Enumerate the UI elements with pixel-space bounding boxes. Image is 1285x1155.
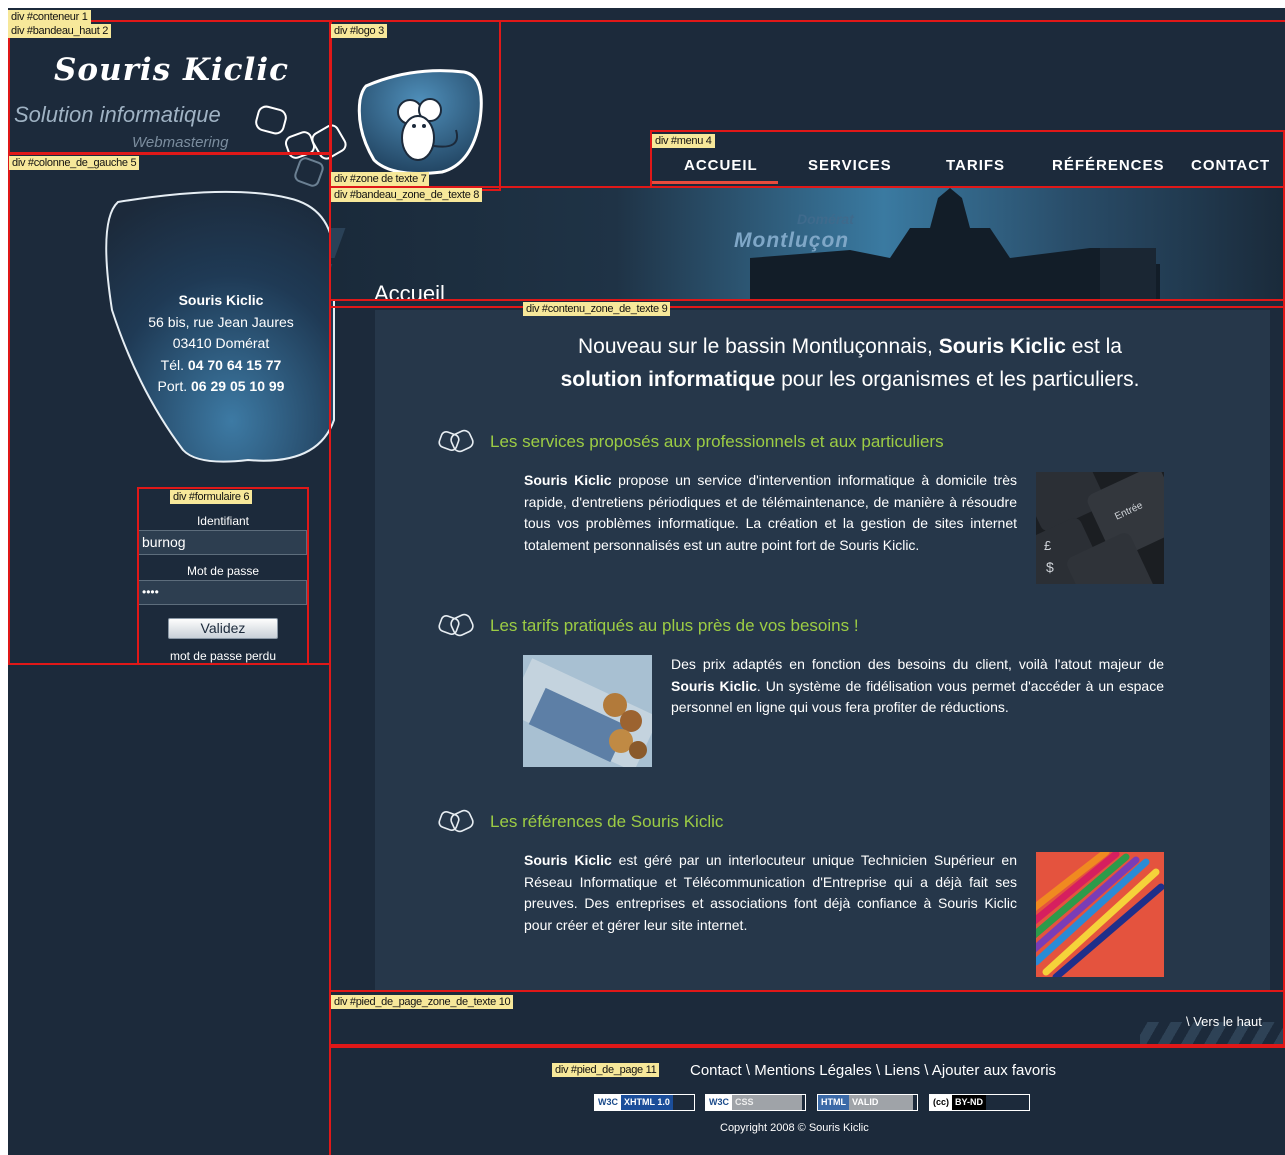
debug-label: div #contenu_zone_de_texte 9 [523, 302, 671, 316]
badge-right: XHTML 1.0 [621, 1095, 673, 1110]
badge-left: (cc) [930, 1095, 953, 1110]
footer-links[interactable]: Contact \ Mentions Légales \ Liens \ Ajo… [690, 1062, 1056, 1079]
debug-label: div #logo 3 [331, 24, 387, 38]
outline-logo [330, 20, 501, 191]
debug-label: div #pied_de_page_zone_de_texte 10 [331, 995, 514, 1009]
copyright-text: Copyright 2008 © Souris Kiclic [720, 1122, 869, 1134]
badge-left: HTML [818, 1095, 849, 1110]
outline-left-edge [8, 1044, 331, 1155]
debug-label: div #bandeau_zone_de_texte 8 [331, 188, 483, 202]
debug-label: div #pied_de_page 11 [552, 1063, 660, 1077]
badge-left: W3C [595, 1095, 621, 1110]
debug-label: div #bandeau_haut 2 [8, 24, 112, 38]
w3c-css-badge[interactable]: W3C CSS [705, 1094, 806, 1111]
badge-right: VALID [849, 1095, 913, 1110]
badge-right: BY-ND [952, 1095, 987, 1110]
outline-pied-de-page [329, 1044, 331, 1155]
badge-right: CSS [732, 1095, 802, 1110]
debug-label: div #menu 4 [652, 134, 715, 148]
outline-menu [650, 130, 1285, 188]
outline-bandeau-zone-texte [329, 186, 1285, 308]
badge-left: W3C [706, 1095, 732, 1110]
outline-formulaire [137, 487, 309, 665]
cc-license-badge[interactable]: (cc) BY-ND [929, 1094, 1030, 1111]
outline-bandeau-haut [8, 20, 331, 154]
debug-label: div #zone de texte 7 [331, 172, 430, 186]
debug-label: div #formulaire 6 [170, 490, 253, 504]
outline-contenu-zone-texte [329, 299, 1285, 992]
html-valid-badge[interactable]: HTML VALID [817, 1094, 918, 1111]
debug-label: div #colonne_de_gauche 5 [9, 156, 140, 170]
w3c-xhtml-badge[interactable]: W3C XHTML 1.0 [594, 1094, 695, 1111]
debug-label: div #conteneur 1 [8, 10, 91, 24]
